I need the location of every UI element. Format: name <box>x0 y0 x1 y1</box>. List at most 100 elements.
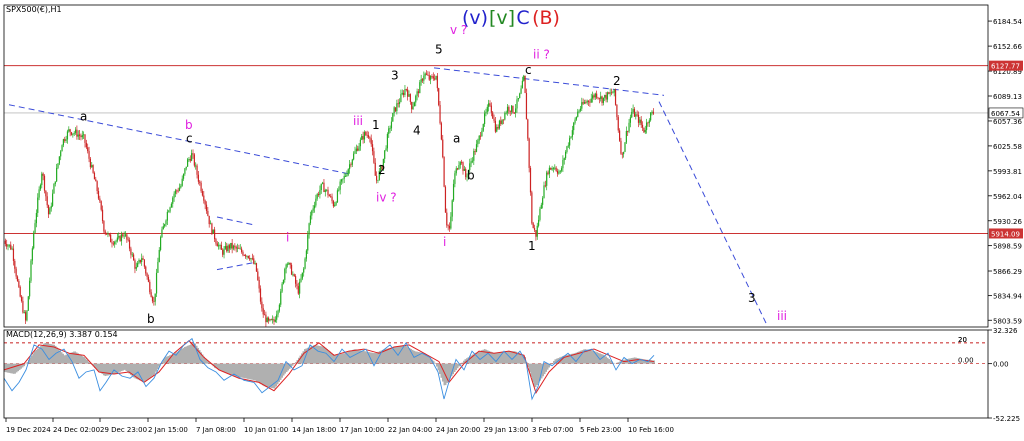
candle-body <box>23 312 25 314</box>
candle-body <box>371 144 374 152</box>
macd-histogram-bar <box>181 348 183 364</box>
candle-body <box>546 172 548 186</box>
candle-body <box>70 132 73 135</box>
candle-body <box>284 268 286 280</box>
candle-body <box>230 242 232 249</box>
macd-histogram-bar <box>65 354 67 364</box>
candle-body <box>222 249 224 255</box>
candle-body <box>413 102 415 107</box>
candle-body <box>389 128 391 130</box>
candle-body <box>390 121 393 129</box>
candle-body <box>612 92 614 94</box>
x-tick-label: 22 Jan 04:00 <box>388 426 432 434</box>
candle-body <box>53 183 55 194</box>
candle-body <box>502 119 505 121</box>
candle-body <box>644 129 646 133</box>
candle-body <box>540 204 542 209</box>
candle-body <box>636 114 638 116</box>
candle-body <box>427 74 429 76</box>
candle-body <box>574 119 576 123</box>
macd-histogram-bar <box>251 363 253 380</box>
macd-histogram-bar <box>617 362 619 364</box>
candle-body <box>652 111 654 114</box>
macd-histogram-bar <box>143 363 145 383</box>
candle-body <box>313 205 316 209</box>
candle-body <box>340 179 343 182</box>
candle-body <box>573 122 575 131</box>
candle-body <box>616 104 618 118</box>
candle-body <box>404 89 406 95</box>
candle-body <box>324 190 326 192</box>
candle-body <box>161 229 163 238</box>
candle-body <box>232 245 235 249</box>
candle-body <box>419 82 421 94</box>
candle-body <box>62 139 64 146</box>
candle-body <box>423 75 425 81</box>
macd-histogram-bar <box>481 350 483 364</box>
candle-body <box>103 220 105 232</box>
candle-body <box>621 153 623 155</box>
candle-body <box>84 134 86 143</box>
macd-histogram-bar <box>247 363 249 379</box>
candle-body <box>517 98 519 100</box>
macd-histogram-bar <box>236 363 238 377</box>
candle-body <box>300 278 302 282</box>
candle-body <box>439 105 441 124</box>
candle-body <box>268 317 270 321</box>
candle-body <box>311 210 313 216</box>
candle-body <box>519 93 521 99</box>
macd-histogram-bar <box>254 363 256 381</box>
macd-histogram-bar <box>248 363 250 380</box>
candle-body <box>177 190 179 192</box>
candle-body <box>234 245 236 247</box>
candle-body <box>606 92 609 100</box>
x-tick-label: 5 Feb 23:00 <box>580 426 621 434</box>
macd-histogram-bar <box>274 363 276 389</box>
candle-body <box>122 234 124 237</box>
candle-body <box>386 133 388 149</box>
candle-body <box>239 248 241 250</box>
candle-body <box>278 304 280 311</box>
candle-body <box>565 151 567 159</box>
x-tick-label: 3 Feb 07:00 <box>532 426 573 434</box>
candle-body <box>99 198 101 202</box>
candle-body <box>289 262 291 265</box>
candle-body <box>359 139 361 147</box>
candle-body <box>305 250 307 259</box>
candle-body <box>29 280 31 297</box>
macd-histogram-bar <box>79 354 81 364</box>
macd-histogram-bar <box>322 346 324 364</box>
candle-body <box>160 237 162 250</box>
macd-histogram-bar <box>82 356 84 364</box>
macd-histogram-bar <box>124 363 126 370</box>
candle-body <box>288 262 290 265</box>
candle-body <box>355 148 357 152</box>
candle-body <box>25 312 27 321</box>
macd-histogram-bar <box>32 353 34 364</box>
candle-body <box>629 117 631 123</box>
candle-body <box>478 135 480 141</box>
candle-body <box>235 246 237 249</box>
macd-histogram-bar <box>536 363 538 385</box>
macd-histogram-bar <box>590 350 592 364</box>
candle-body <box>184 168 186 174</box>
macd-histogram-bar <box>188 345 190 364</box>
candle-body <box>632 109 634 112</box>
candle-body <box>339 181 341 190</box>
candle-body <box>347 169 349 175</box>
candle-body <box>365 132 367 135</box>
wave-label: c <box>525 63 532 77</box>
candle-body <box>405 89 407 90</box>
candle-body <box>403 92 405 95</box>
candle-body <box>617 117 619 131</box>
candle-body <box>45 190 47 197</box>
candle-body <box>30 260 32 281</box>
candle-body <box>563 158 565 160</box>
macd-histogram-bar <box>325 347 327 364</box>
macd-histogram-bar <box>100 363 102 373</box>
chart-svg: 200.0020 abcbiiii 12iv ?345v ?abiii ?c123… <box>0 0 1024 441</box>
candle-body <box>138 259 140 264</box>
macd-histogram-bar <box>353 349 355 364</box>
candle-body <box>567 145 569 147</box>
candle-body <box>236 247 239 249</box>
